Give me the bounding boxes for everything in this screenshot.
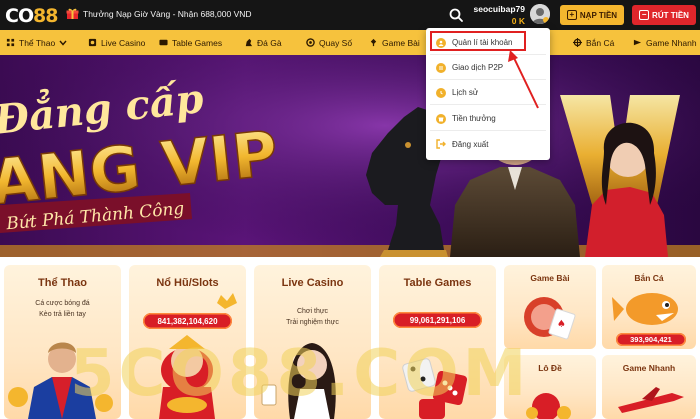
p2p-icon <box>436 62 446 73</box>
deposit-button[interactable]: + NẠP TIỀN <box>560 5 624 25</box>
live-casino-icon <box>88 38 97 47</box>
menu-item-p2p[interactable]: Giao dịch P2P <box>430 56 546 80</box>
user-avatar-icon <box>530 4 550 24</box>
search-icon[interactable] <box>448 7 464 23</box>
jackpot-counter: 393,904,421 <box>616 333 686 346</box>
nav-item-cockfight[interactable]: Đá Gà <box>244 30 282 55</box>
card-ban-ca[interactable]: Bắn Cá 393,904,421 <box>602 265 696 349</box>
card-lo-de[interactable]: Lô Đề <box>504 355 596 419</box>
account-icon <box>436 37 446 48</box>
menu-item-logout[interactable]: Đăng xuất <box>430 132 546 156</box>
card-sports[interactable]: Thể Thao Cá cược bóng đá Kèo trả liền ta… <box>4 265 121 419</box>
co88-logo[interactable]: CO 88 <box>4 3 60 27</box>
nav-label: Table Games <box>172 37 223 48</box>
nav-item-sports[interactable]: Thể Thao <box>6 30 67 55</box>
avatar[interactable] <box>530 4 550 24</box>
menu-item-history[interactable]: Lịch sử <box>430 81 546 105</box>
bonus-icon <box>436 113 446 124</box>
history-icon <box>436 87 446 98</box>
nav-item-live-casino[interactable]: Live Casino <box>88 30 145 55</box>
nav-item-table-games[interactable]: Table Games <box>159 30 222 55</box>
god-of-wealth-image <box>159 293 237 419</box>
nav-item-fast-game[interactable]: Game Nhanh <box>633 30 697 55</box>
card-game-bai[interactable]: Game Bài ♠ <box>504 265 596 349</box>
table-games-icon <box>159 39 168 46</box>
menu-item-label: Đăng xuất <box>452 139 489 149</box>
svg-text:CO: CO <box>5 5 34 27</box>
lottery-balls-image <box>526 393 571 419</box>
fast-game-icon <box>633 39 642 46</box>
promo-text: Thưởng Nạp Giờ Vàng - Nhận 688,000 VND <box>83 8 252 19</box>
lottery-icon <box>306 38 315 47</box>
dealer-image <box>261 343 336 419</box>
plane-image <box>618 387 684 413</box>
nav-label: Bắn Cá <box>586 37 615 48</box>
promo-banner[interactable]: Thưởng Nạp Giờ Vàng - Nhận 688,000 VND <box>66 7 252 20</box>
menu-item-account-management[interactable]: Quản lí tài khoản <box>430 31 546 55</box>
nav-item-fish[interactable]: Bắn Cá <box>573 30 614 55</box>
main-nav: Thể Thao Live Casino Table Games Đá Gà Q… <box>0 30 700 55</box>
menu-item-bonus[interactable]: Tiền thưởng <box>430 107 546 131</box>
fish-icon <box>573 38 582 47</box>
menu-item-label: Giao dịch P2P <box>452 63 504 72</box>
withdraw-button[interactable]: − RÚT TIỀN <box>632 5 696 25</box>
card-table-games[interactable]: Table Games 99,061,291,106 <box>379 265 496 419</box>
hero-banner[interactable]: Đẳng cấp ANG VIP Bứt Phá Thành Công <box>0 55 700 257</box>
cockfight-icon <box>245 38 253 47</box>
user-info[interactable]: seocuibap79 0 K <box>471 4 526 26</box>
menu-item-label: Tiền thưởng <box>452 114 496 123</box>
nav-item-cards[interactable]: Game Bài <box>369 30 420 55</box>
nav-label: Game Nhanh <box>646 37 697 48</box>
nav-label: Game Bài <box>382 37 420 48</box>
football-player-image <box>8 342 113 419</box>
dice-image <box>402 358 468 419</box>
nav-label: Đá Gà <box>257 37 282 48</box>
hero-banner-art: Đẳng cấp ANG VIP Bứt Phá Thành Công <box>0 55 700 257</box>
card-live-casino[interactable]: Live Casino Chơi thực Trải nghiệm thực <box>254 265 371 419</box>
username: seocuibap79 <box>473 4 526 14</box>
nav-label: Thể Thao <box>19 37 56 48</box>
card-game-nhanh[interactable]: Game Nhanh <box>602 355 696 419</box>
menu-item-label: Quản lí tài khoản <box>452 38 513 47</box>
cards-icon <box>370 38 377 47</box>
nav-item-lottery[interactable]: Quay Số <box>306 30 352 55</box>
jackpot-counter: 841,382,104,620 <box>143 313 232 329</box>
sports-icon <box>6 38 15 47</box>
page-root: { "header": { "logo_text": "CO88", "prom… <box>0 0 700 419</box>
balance: 0 K <box>511 16 525 26</box>
deposit-label: NẠP TIỀN <box>579 10 618 20</box>
chevron-down-icon <box>59 40 67 46</box>
account-dropdown: Quản lí tài khoản Giao dịch P2P Lịch sử … <box>426 28 550 160</box>
nav-label: Live Casino <box>101 37 146 48</box>
gift-icon <box>66 8 79 19</box>
svg-text:88: 88 <box>33 5 58 27</box>
card-chip-image: ♠ <box>524 297 576 340</box>
plus-icon: + <box>566 10 577 20</box>
nav-label: Quay Số <box>319 37 353 48</box>
menu-item-label: Lịch sử <box>452 88 479 97</box>
game-category-cards: Thể Thao Cá cược bóng đá Kèo trả liền ta… <box>0 257 700 419</box>
minus-icon: − <box>639 10 650 20</box>
withdraw-label: RÚT TIỀN <box>652 10 689 20</box>
top-bar: CO 88 Thưởng Nạp Giờ Vàng - Nhận 688,000… <box>0 0 700 30</box>
card-suit-glyph: ♠ <box>557 319 566 330</box>
logout-icon <box>436 139 446 149</box>
card-slots[interactable]: Nổ Hũ/Slots 841,382,104,620 <box>129 265 246 419</box>
